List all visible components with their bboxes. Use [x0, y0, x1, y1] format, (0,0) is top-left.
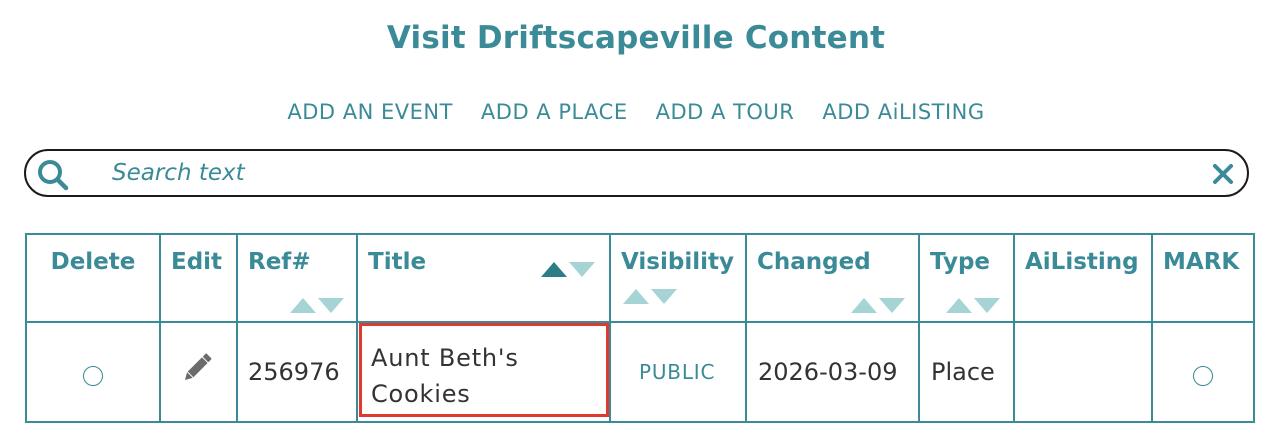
close-icon[interactable] — [1211, 162, 1235, 186]
sort-control[interactable] — [541, 257, 595, 283]
changed-cell: 2026-03-09 — [745, 321, 920, 423]
column-header-label: Title — [368, 249, 427, 275]
column-header-label: MARK — [1163, 249, 1240, 275]
column-header-label: Edit — [171, 249, 223, 275]
ref-number: 256976 — [248, 358, 340, 386]
column-header-label: Delete — [50, 249, 136, 275]
ailisting-cell — [1013, 321, 1153, 423]
sort-descending-icon[interactable] — [974, 298, 1000, 313]
content-admin-page: Visit Driftscapeville Content ADD AN EVE… — [0, 0, 1272, 436]
type-value: Place — [931, 358, 995, 386]
column-header-changed[interactable]: Changed — [745, 233, 920, 323]
add-tour-link[interactable]: ADD A TOUR — [656, 100, 795, 124]
sort-descending-icon[interactable] — [879, 298, 905, 313]
page-title: Visit Driftscapeville Content — [386, 20, 886, 56]
column-header-visibility[interactable]: Visibility — [609, 233, 747, 323]
column-header-ailisting: AiListing — [1013, 233, 1153, 323]
delete-radio[interactable] — [83, 366, 103, 386]
column-header-mark: MARK — [1151, 233, 1255, 323]
sort-ascending-icon[interactable] — [541, 262, 567, 277]
type-cell: Place — [918, 321, 1015, 423]
table-row: 256976 Aunt Beth's Cookies PUBLIC 2026-0… — [25, 321, 1255, 423]
visibility-cell: PUBLIC — [609, 321, 747, 423]
column-header-ref[interactable]: Ref# — [236, 233, 358, 323]
add-place-link[interactable]: ADD A PLACE — [481, 100, 628, 124]
row-title[interactable]: Aunt Beth's Cookies — [371, 340, 601, 412]
sort-ascending-icon[interactable] — [946, 298, 972, 313]
add-event-link[interactable]: ADD AN EVENT — [287, 100, 453, 124]
sort-control[interactable] — [623, 284, 677, 310]
column-header-label: Type — [930, 249, 991, 275]
column-header-label: Ref# — [248, 249, 311, 275]
title-highlight[interactable]: Aunt Beth's Cookies — [359, 323, 609, 417]
column-header-type[interactable]: Type — [918, 233, 1015, 323]
add-ailisting-link[interactable]: ADD AiLISTING — [822, 100, 984, 124]
search-input[interactable] — [112, 157, 1182, 189]
pencil-icon[interactable] — [180, 351, 214, 385]
title-cell: Aunt Beth's Cookies — [356, 321, 611, 423]
edit-cell — [159, 321, 238, 423]
changed-date: 2026-03-09 — [758, 358, 898, 386]
mark-radio[interactable] — [1193, 366, 1213, 386]
column-header-title[interactable]: Title — [356, 233, 611, 323]
column-header-label: Visibility — [621, 249, 734, 275]
ref-cell: 256976 — [236, 321, 358, 423]
sort-control[interactable] — [290, 293, 344, 319]
sort-descending-icon[interactable] — [651, 289, 677, 304]
search-bar — [24, 149, 1249, 197]
sort-descending-icon[interactable] — [318, 298, 344, 313]
table-header-row: Delete Edit Ref# Title Visibility Change… — [25, 233, 1255, 323]
content-table: Delete Edit Ref# Title Visibility Change… — [25, 233, 1255, 423]
sort-ascending-icon[interactable] — [623, 289, 649, 304]
mark-cell — [1151, 321, 1255, 423]
delete-cell — [25, 321, 161, 423]
column-header-delete: Delete — [25, 233, 161, 323]
visibility-link[interactable]: PUBLIC — [639, 360, 715, 384]
sort-control[interactable] — [946, 293, 1000, 319]
column-header-edit: Edit — [159, 233, 238, 323]
sort-descending-icon[interactable] — [569, 262, 595, 277]
sort-ascending-icon[interactable] — [290, 298, 316, 313]
sort-control[interactable] — [851, 293, 905, 319]
column-header-label: Changed — [757, 249, 871, 275]
sort-ascending-icon[interactable] — [851, 298, 877, 313]
add-content-nav: ADD AN EVENT ADD A PLACE ADD A TOUR ADD … — [0, 100, 1272, 124]
search-icon[interactable] — [36, 159, 70, 191]
column-header-label: AiListing — [1025, 249, 1139, 275]
